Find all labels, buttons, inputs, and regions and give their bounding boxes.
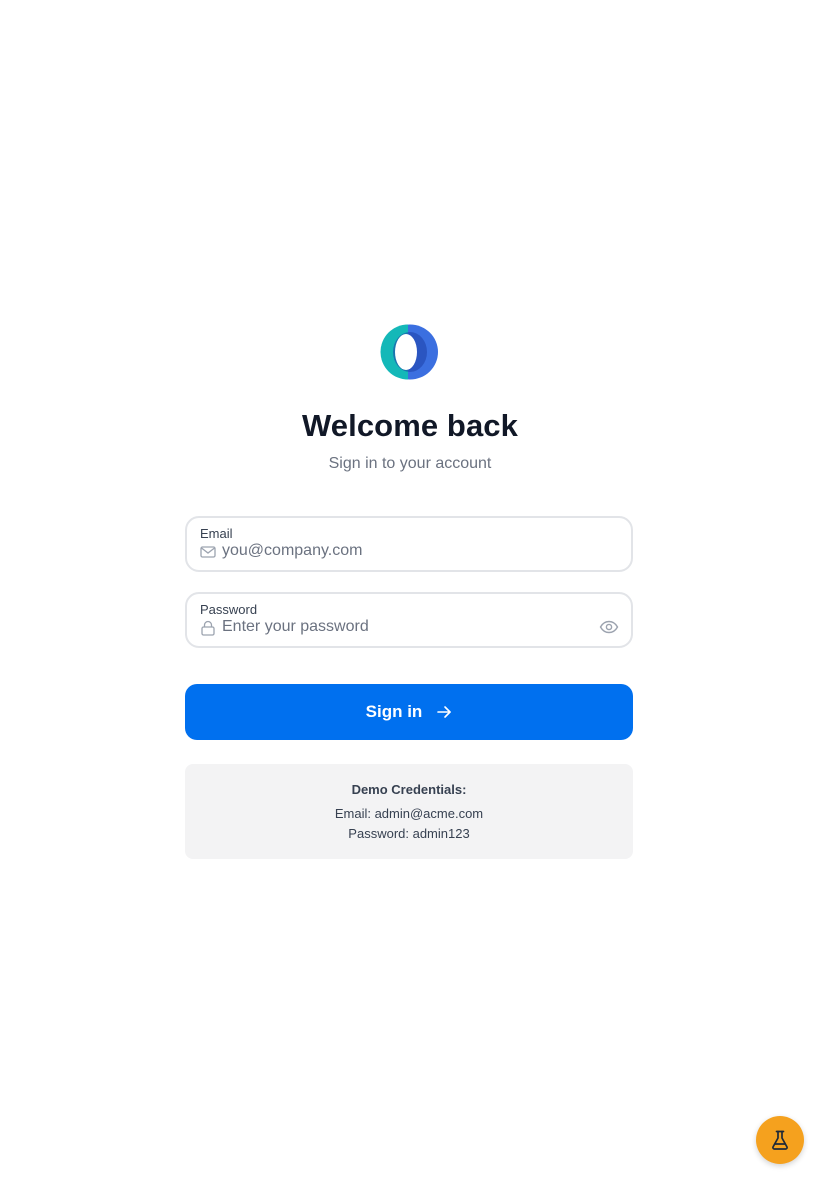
demo-password: Password: admin123 bbox=[348, 826, 470, 841]
mail-icon bbox=[200, 546, 216, 558]
page-title: Welcome back bbox=[301, 408, 518, 443]
login-page: Welcome back Sign in to your account Ema… bbox=[0, 0, 820, 1180]
sign-in-button[interactable]: Sign in bbox=[185, 684, 633, 740]
eye-icon[interactable] bbox=[599, 619, 619, 635]
lock-icon bbox=[201, 620, 215, 636]
sign-in-label: Sign in bbox=[365, 702, 423, 721]
demo-credentials-box: Demo Credentials: Email: admin@acme.com … bbox=[185, 764, 633, 859]
page-subtitle: Sign in to your account bbox=[328, 455, 492, 472]
email-label: Email bbox=[200, 526, 233, 541]
arrow-right-icon bbox=[437, 706, 452, 718]
lab-fab-button[interactable] bbox=[756, 1116, 804, 1164]
password-label: Password bbox=[200, 602, 258, 617]
password-input[interactable] bbox=[222, 616, 582, 638]
email-input[interactable] bbox=[222, 540, 582, 562]
demo-email: Email: admin@acme.com bbox=[334, 806, 484, 821]
password-field[interactable]: Password bbox=[185, 592, 633, 648]
crescent-ring-logo-icon bbox=[380, 324, 438, 380]
flask-icon bbox=[772, 1130, 788, 1150]
email-field[interactable]: Email bbox=[185, 516, 633, 572]
demo-credentials-title: Demo Credentials: bbox=[351, 782, 467, 797]
